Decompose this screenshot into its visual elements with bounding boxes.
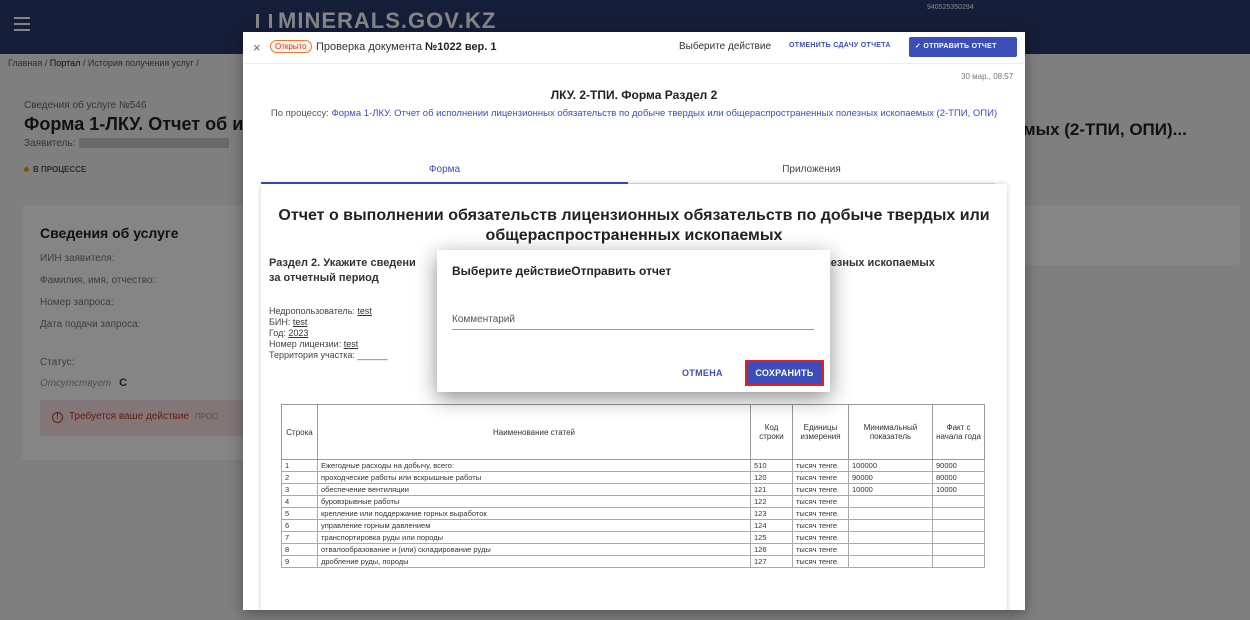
- table-cell: 10000: [848, 483, 933, 496]
- year-row: Год: 2023: [269, 328, 309, 338]
- table-cell: 5: [281, 507, 318, 520]
- tab-applications[interactable]: Приложения: [628, 164, 995, 184]
- license-row: Номер лицензии: test: [269, 339, 359, 349]
- table-row: 4 буровзрывные работы 122 тысяч тенге: [281, 495, 985, 508]
- table-cell: обеспечение вентиляции: [317, 483, 751, 496]
- report-table: Строка Наименование статей Код строки Ед…: [281, 404, 985, 568]
- table-cell: тысяч тенге: [792, 543, 849, 556]
- table-cell: тысяч тенге: [792, 471, 849, 484]
- table-cell: 4: [281, 495, 318, 508]
- form-heading: ЛКУ. 2-ТПИ. Форма Раздел 2: [550, 88, 718, 102]
- table-cell: буровзрывные работы: [317, 495, 751, 508]
- form-paper: Отчет о выполнении обязательств лицензио…: [261, 184, 1007, 610]
- table-cell: тысяч тенге: [792, 519, 849, 532]
- bin-row: БИН: test: [269, 317, 308, 327]
- table-row: 2 проходческие работы или вскрышные работ…: [281, 471, 985, 484]
- table-cell: 125: [750, 531, 793, 544]
- document-title: Проверка документа №1022 вер. 1: [316, 41, 497, 53]
- document-dialog-header: × Открыто Проверка документа №1022 вер. …: [243, 32, 1025, 64]
- table-cell: 510: [750, 459, 793, 472]
- table-cell: крепление или поддержание горных выработ…: [317, 507, 751, 520]
- table-cell: [848, 519, 933, 532]
- table-cell: управление горным давлением: [317, 519, 751, 532]
- table-cell: 1: [281, 459, 318, 472]
- table-cell: 127: [750, 555, 793, 568]
- action-modal: Выберите действиеОтправить отчет ОТМЕНА …: [437, 250, 830, 392]
- table-cell: 121: [750, 483, 793, 496]
- table-cell: тысяч тенге: [792, 555, 849, 568]
- table-cell: [932, 507, 985, 520]
- table-cell: тысяч тенге: [792, 507, 849, 520]
- table-cell: 90000: [848, 471, 933, 484]
- comment-input[interactable]: [452, 310, 814, 330]
- status-badge: Открыто: [270, 40, 312, 53]
- table-cell: 3: [281, 483, 318, 496]
- table-cell: [932, 543, 985, 556]
- col-header: Минимальный показатель: [848, 404, 933, 460]
- table-cell: [932, 519, 985, 532]
- table-cell: 126: [750, 543, 793, 556]
- table-cell: Ежегодные расходы на добычу, всего:: [317, 459, 751, 472]
- table-cell: 90000: [932, 459, 985, 472]
- table-cell: тысяч тенге: [792, 483, 849, 496]
- modal-title: Выберите действиеОтправить отчет: [452, 264, 672, 278]
- table-row: 8 отвалообразование и (или) складирование…: [281, 543, 985, 556]
- save-button[interactable]: СОХРАНИТЬ: [745, 360, 824, 386]
- choose-action-label: Выберите действие: [679, 41, 772, 52]
- subsoil-user-row: Недропользователь: test: [269, 306, 372, 316]
- col-header: Факт с начала года: [932, 404, 985, 460]
- table-cell: тысяч тенге: [792, 531, 849, 544]
- process-link[interactable]: Форма 1-ЛКУ. Отчет об исполнении лицензи…: [332, 108, 998, 119]
- table-cell: дробление руды, породы: [317, 555, 751, 568]
- process-line: По процессу: Форма 1-ЛКУ. Отчет об испол…: [270, 108, 998, 119]
- table-cell: [848, 495, 933, 508]
- table-cell: [848, 555, 933, 568]
- table-cell: [848, 507, 933, 520]
- table-row: 1 Ежегодные расходы на добычу, всего: 510 т…: [281, 459, 985, 472]
- table-row: 7 транспортировка руды или породы 125 тысяч…: [281, 531, 985, 544]
- col-header: Единицы измерения: [792, 404, 849, 460]
- table-cell: 120: [750, 471, 793, 484]
- table-row: 3 обеспечение вентиляции 121 тысяч тенге 100…: [281, 483, 985, 496]
- table-cell: [932, 495, 985, 508]
- table-row: 9 дробление руды, породы 127 тысяч тенге: [281, 555, 985, 568]
- table-cell: [848, 543, 933, 556]
- table-cell: 123: [750, 507, 793, 520]
- col-header: Строка: [281, 404, 318, 460]
- table-cell: [932, 531, 985, 544]
- table-cell: 9: [281, 555, 318, 568]
- cancel-submission-button[interactable]: ОТМЕНИТЬ СДАЧУ ОТЧЕТА: [789, 42, 891, 49]
- send-report-button[interactable]: ✓ ОТПРАВИТЬ ОТЧЕТ: [909, 37, 1017, 57]
- territory-row: Территория участка: ______: [269, 350, 388, 360]
- table-row: 5 крепление или поддержание горных вырабо…: [281, 507, 985, 520]
- table-cell: тысяч тенге: [792, 495, 849, 508]
- table-cell: 100000: [848, 459, 933, 472]
- table-cell: проходческие работы или вскрышные работы: [317, 471, 751, 484]
- table-cell: 6: [281, 519, 318, 532]
- table-cell: транспортировка руды или породы: [317, 531, 751, 544]
- tab-form[interactable]: Форма: [261, 164, 628, 184]
- table-header-row: Строка Наименование статей Код строки Ед…: [281, 404, 985, 460]
- table-cell: 80000: [932, 471, 985, 484]
- table-cell: 8: [281, 543, 318, 556]
- table-cell: 2: [281, 471, 318, 484]
- table-cell: тысяч тенге: [792, 459, 849, 472]
- table-cell: 10000: [932, 483, 985, 496]
- cancel-button[interactable]: ОТМЕНА: [682, 368, 723, 378]
- table-cell: 124: [750, 519, 793, 532]
- table-cell: 122: [750, 495, 793, 508]
- col-header: Код строки: [750, 404, 793, 460]
- table-cell: 7: [281, 531, 318, 544]
- table-cell: отвалообразование и (или) складирование …: [317, 543, 751, 556]
- table-cell: [932, 555, 985, 568]
- col-header: Наименование статей: [317, 404, 751, 460]
- document-date: 30 мар., 08:57: [961, 72, 1014, 81]
- table-row: 6 управление горным давлением 124 тысяч тен…: [281, 519, 985, 532]
- table-cell: [848, 531, 933, 544]
- close-icon[interactable]: ×: [253, 40, 261, 55]
- paper-title: Отчет о выполнении обязательств лицензио…: [278, 207, 990, 244]
